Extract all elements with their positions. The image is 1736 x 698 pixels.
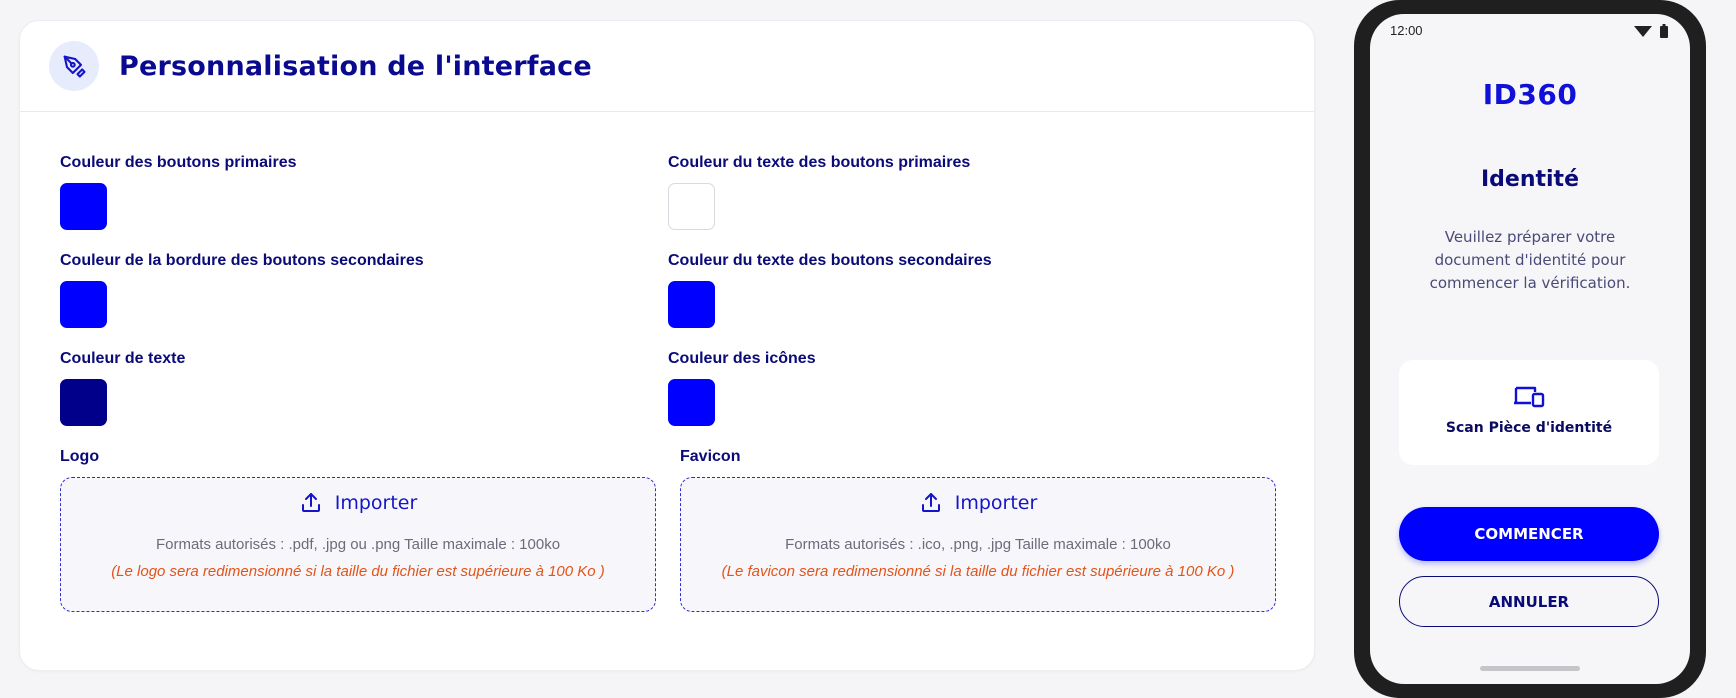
import-label: Importer xyxy=(334,492,418,514)
battery-icon xyxy=(1660,24,1668,38)
upload-icon xyxy=(921,493,940,512)
phone-screen: 12:00 ID360 Identité Veuillez préparer v… xyxy=(1370,14,1690,684)
icon-color-swatch[interactable] xyxy=(668,379,715,426)
text-color-field: Couleur de texte xyxy=(60,350,185,426)
secondary-button-border-color-field: Couleur de la bordure des boutons second… xyxy=(60,252,424,328)
field-label: Couleur de la bordure des boutons second… xyxy=(60,252,424,269)
field-label: Couleur de texte xyxy=(60,350,186,367)
page-title: Personnalisation de l'interface xyxy=(119,50,592,82)
cancel-button[interactable]: ANNULER xyxy=(1399,576,1659,627)
pen-nib-icon xyxy=(49,41,99,91)
field-label: Couleur du texte des boutons primaires xyxy=(668,154,971,171)
favicon-formats-text: Formats autorisés : .ico, .png, .jpg Tai… xyxy=(785,536,1171,553)
start-button[interactable]: COMMENCER xyxy=(1399,507,1659,561)
field-label: Couleur des icônes xyxy=(668,350,816,367)
primary-button-text-color-field: Couleur du texte des boutons primaires xyxy=(668,154,970,230)
home-indicator xyxy=(1480,666,1580,671)
brand-logo: ID360 xyxy=(1482,78,1578,111)
scan-id-label: Scan Pièce d'identité xyxy=(1445,420,1613,436)
phone-preview: 12:00 ID360 Identité Veuillez préparer v… xyxy=(1354,0,1706,698)
primary-button-color-field: Couleur des boutons primaires xyxy=(60,154,296,230)
favicon-label: Favicon xyxy=(680,448,741,465)
phone-description: Veuillez préparer votre document d'ident… xyxy=(1429,228,1631,292)
favicon-resize-note: (Le favicon sera redimensionné si la tai… xyxy=(721,563,1235,580)
secondary-button-text-color-field: Couleur du texte des boutons secondaires xyxy=(668,252,992,328)
primary-button-text-color-swatch[interactable] xyxy=(668,183,715,230)
wifi-icon xyxy=(1634,26,1652,37)
status-icons xyxy=(1634,24,1668,38)
field-label: Couleur des boutons primaires xyxy=(60,154,297,171)
interface-customization-panel: Personnalisation de l'interface Couleur … xyxy=(19,20,1315,671)
status-time: 12:00 xyxy=(1390,23,1423,38)
text-color-swatch[interactable] xyxy=(60,379,107,426)
primary-button-color-swatch[interactable] xyxy=(60,183,107,230)
logo-upload-dropzone[interactable]: Importer Formats autorisés : .pdf, .jpg … xyxy=(60,477,656,612)
panel-header: Personnalisation de l'interface xyxy=(20,21,1314,112)
logo-formats-text: Formats autorisés : .pdf, .jpg ou .png T… xyxy=(155,536,561,553)
upload-icon xyxy=(301,493,320,512)
logo-import-button[interactable]: Importer xyxy=(61,488,655,518)
scan-id-option[interactable]: Scan Pièce d'identité xyxy=(1399,360,1659,465)
logo-label: Logo xyxy=(60,448,100,465)
field-label: Couleur du texte des boutons secondaires xyxy=(668,252,992,269)
phone-title: Identité xyxy=(1480,167,1579,192)
favicon-import-button[interactable]: Importer xyxy=(681,488,1275,518)
icon-color-field: Couleur des icônes xyxy=(668,350,816,426)
logo-resize-note: (Le logo sera redimensionné si la taille… xyxy=(111,563,605,580)
favicon-upload-dropzone[interactable]: Importer Formats autorisés : .ico, .png,… xyxy=(680,477,1276,612)
import-label: Importer xyxy=(954,492,1038,514)
secondary-button-text-color-swatch[interactable] xyxy=(668,281,715,328)
secondary-button-border-color-swatch[interactable] xyxy=(60,281,107,328)
devices-icon xyxy=(1513,385,1545,414)
